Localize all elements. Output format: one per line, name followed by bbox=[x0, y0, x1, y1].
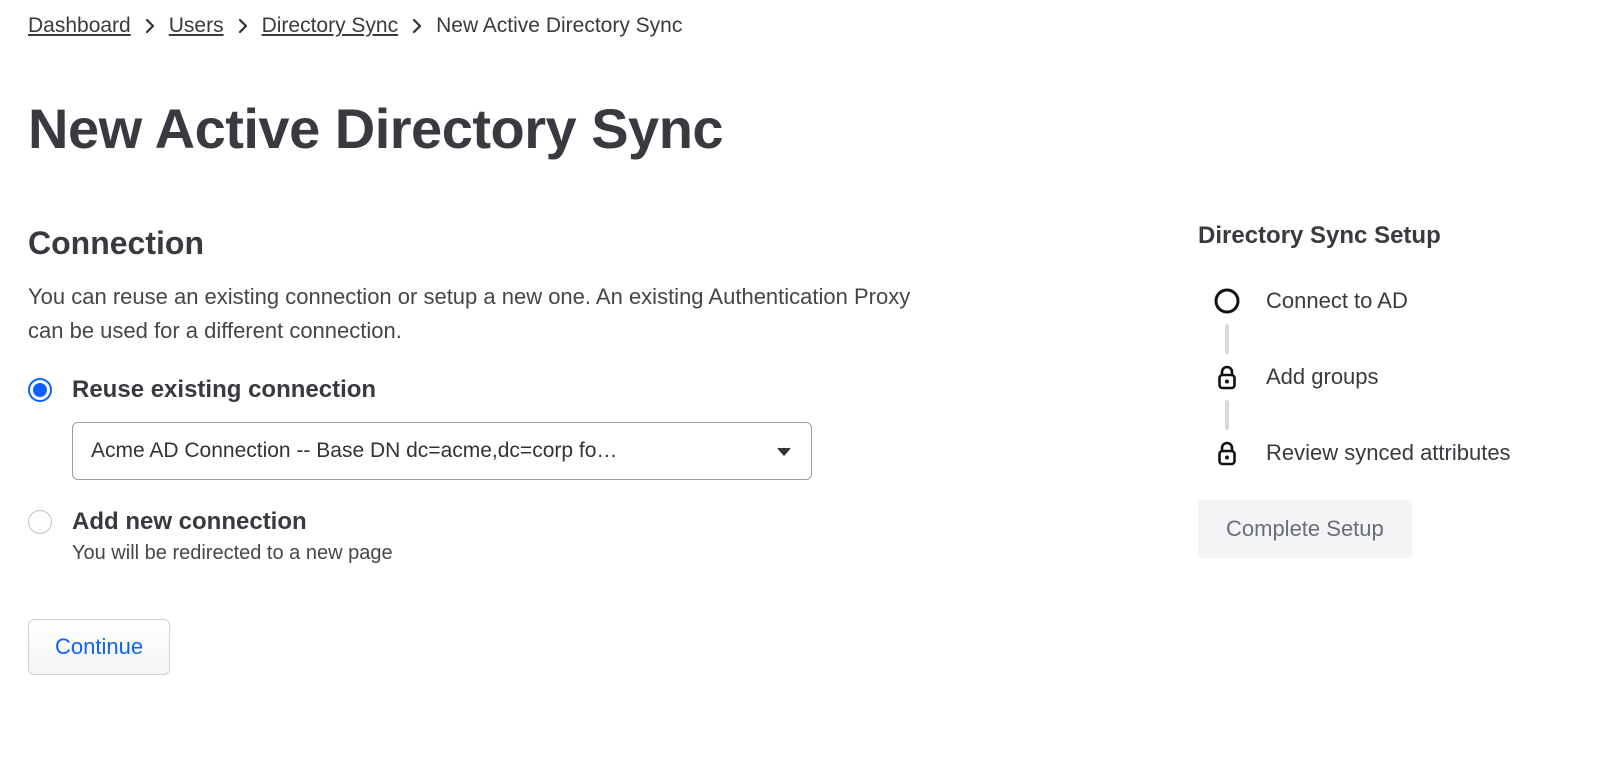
select-value: Acme AD Connection -- Base DN dc=acme,dc… bbox=[91, 439, 617, 462]
step-label: Add groups bbox=[1266, 364, 1379, 390]
lock-icon bbox=[1212, 438, 1242, 468]
radio-label-add-new: Add new connection bbox=[72, 508, 307, 536]
option-add-new[interactable]: Add new connection bbox=[28, 508, 1108, 536]
existing-connection-select[interactable]: Acme AD Connection -- Base DN dc=acme,dc… bbox=[72, 422, 812, 480]
section-title-connection: Connection bbox=[28, 225, 1108, 262]
breadcrumb: Dashboard Users Directory Sync New Activ… bbox=[28, 14, 1108, 38]
page-title: New Active Directory Sync bbox=[28, 96, 1108, 161]
radio-unselected-icon bbox=[28, 510, 52, 534]
option-reuse-existing[interactable]: Reuse existing connection bbox=[28, 376, 1108, 404]
complete-setup-button[interactable]: Complete Setup bbox=[1198, 500, 1412, 558]
breadcrumb-link-dashboard[interactable]: Dashboard bbox=[28, 14, 131, 38]
lock-icon bbox=[1212, 362, 1242, 392]
chevron-right-icon bbox=[238, 19, 248, 33]
step-connector bbox=[1225, 324, 1229, 354]
breadcrumb-current: New Active Directory Sync bbox=[436, 14, 682, 38]
section-description: You can reuse an existing connection or … bbox=[28, 280, 948, 348]
breadcrumb-link-users[interactable]: Users bbox=[169, 14, 224, 38]
step-connect-to-ad[interactable]: Connect to AD bbox=[1212, 286, 1558, 316]
step-label: Connect to AD bbox=[1266, 288, 1408, 314]
step-review-attributes: Review synced attributes bbox=[1212, 438, 1558, 468]
step-add-groups: Add groups bbox=[1212, 362, 1558, 392]
breadcrumb-link-directory-sync[interactable]: Directory Sync bbox=[262, 14, 399, 38]
radio-subtext-add-new: You will be redirected to a new page bbox=[72, 542, 1108, 565]
chevron-right-icon bbox=[145, 19, 155, 33]
step-connector bbox=[1225, 400, 1229, 430]
step-label: Review synced attributes bbox=[1266, 440, 1511, 466]
stepper-title: Directory Sync Setup bbox=[1198, 222, 1558, 250]
caret-down-icon bbox=[777, 439, 791, 463]
continue-button[interactable]: Continue bbox=[28, 619, 170, 675]
setup-stepper: Directory Sync Setup Connect to AD Add g… bbox=[1198, 14, 1558, 675]
radio-selected-icon bbox=[28, 378, 52, 402]
circle-outline-icon bbox=[1212, 286, 1242, 316]
chevron-right-icon bbox=[412, 19, 422, 33]
radio-label-reuse: Reuse existing connection bbox=[72, 376, 376, 404]
